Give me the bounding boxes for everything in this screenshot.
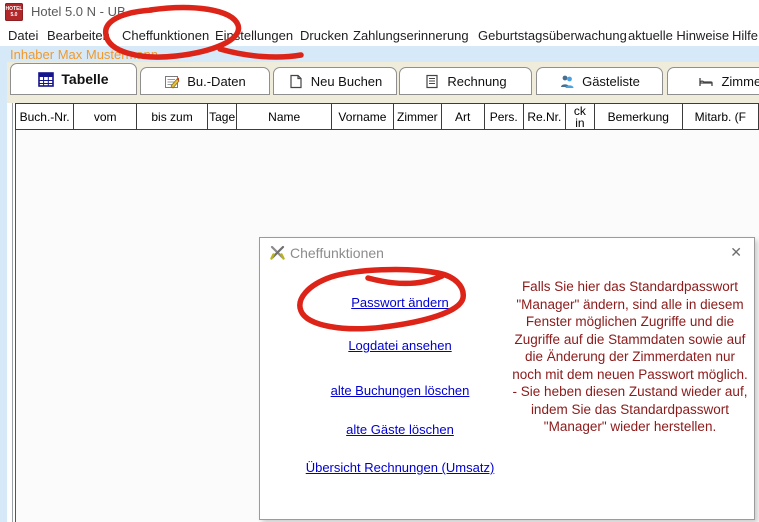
menu-item-drucken[interactable]: Drucken (300, 28, 348, 43)
tab-zimmer[interactable]: Zimmer (667, 67, 759, 95)
tab-tabelle[interactable]: Tabelle (10, 63, 137, 95)
column-header-vorname[interactable]: Vorname (332, 103, 394, 130)
tab-label: Gästeliste (582, 74, 640, 89)
edit-form-icon (164, 74, 180, 89)
bookings-table-header: Buch.-Nr. vom bis zum Tage Name Vorname … (15, 103, 759, 130)
menu-item-zahlungserinnerung[interactable]: Zahlungserinnerung (353, 28, 469, 43)
manager-password-info-text: Falls Sie hier das Standardpasswort "Man… (512, 278, 748, 436)
tab-label: Zimmer (721, 74, 759, 89)
cheffunktionen-dialog: Cheffunktionen ✕ Passwort ändern Logdate… (259, 237, 755, 520)
column-header-tage[interactable]: Tage (208, 103, 238, 130)
link-uebersicht-rechnungen[interactable]: Übersicht Rechnungen (Umsatz) (260, 460, 540, 475)
window-title: Hotel 5.0 N - UB (31, 4, 126, 19)
invoice-icon (424, 74, 440, 89)
menu-item-hilfe[interactable]: Hilfe (732, 28, 758, 43)
menu-item-cheffunktionen[interactable]: Cheffunktionen (122, 28, 209, 43)
column-header-mitarb[interactable]: Mitarb. (F (683, 103, 759, 130)
guests-icon (559, 74, 575, 89)
column-header-bis-zum[interactable]: bis zum (137, 103, 208, 130)
owner-bar: Inhaber Max Mustermann (0, 46, 759, 62)
left-splitter (12, 95, 13, 522)
close-icon[interactable]: ✕ (730, 244, 742, 261)
column-header-name[interactable]: Name (237, 103, 331, 130)
tab-label: Bu.-Daten (187, 74, 246, 89)
link-alte-buchungen-loeschen[interactable]: alte Buchungen löschen (260, 383, 540, 398)
column-header-check-in[interactable]: ck in (566, 103, 595, 130)
dialog-title: Cheffunktionen (290, 245, 384, 261)
crossed-swords-icon (269, 244, 286, 261)
menu-item-datei[interactable]: Datei (8, 28, 38, 43)
column-header-re-nr[interactable]: Re.Nr. (524, 103, 566, 130)
column-header-zimmer[interactable]: Zimmer (394, 103, 442, 130)
column-header-art[interactable]: Art (442, 103, 485, 130)
title-bar: HOTEL 5.0 Hotel 5.0 N - UB (0, 0, 759, 24)
bed-icon (698, 74, 714, 89)
dialog-title-bar: Cheffunktionen ✕ (260, 238, 754, 268)
column-header-pers[interactable]: Pers. (485, 103, 524, 130)
menu-item-geburtstagsueberwachung[interactable]: Geburtstagsüberwachung (478, 28, 627, 43)
table-icon (38, 72, 54, 87)
owner-name: Inhaber Max Mustermann (10, 47, 158, 62)
tab-strip: Tabelle Bu.-Daten Neu Buchen Rechnung (7, 62, 759, 103)
link-passwort-aendern[interactable]: Passwort ändern (260, 295, 540, 310)
menu-item-einstellungen[interactable]: Einstellungen (215, 28, 293, 43)
tab-label: Neu Buchen (311, 74, 383, 89)
menu-item-bearbeiten[interactable]: Bearbeiten (47, 28, 110, 43)
app-logo-icon: HOTEL 5.0 (5, 3, 23, 21)
app-window: HOTEL 5.0 Hotel 5.0 N - UB Datei Bearbei… (0, 0, 759, 522)
new-page-icon (288, 74, 304, 89)
menu-bar: Datei Bearbeiten Cheffunktionen Einstell… (0, 24, 759, 46)
app-logo-version: 5.0 (11, 12, 18, 18)
column-header-bemerkung[interactable]: Bemerkung (595, 103, 683, 130)
tab-bu-daten[interactable]: Bu.-Daten (140, 67, 270, 95)
tab-neu-buchen[interactable]: Neu Buchen (273, 67, 397, 95)
tab-rechnung[interactable]: Rechnung (399, 67, 532, 95)
menu-item-aktuelle-hinweise[interactable]: aktuelle Hinweise (628, 28, 729, 43)
link-logdatei-ansehen[interactable]: Logdatei ansehen (260, 338, 540, 353)
column-header-buch-nr[interactable]: Buch.-Nr. (15, 103, 74, 130)
link-alte-gaeste-loeschen[interactable]: alte Gäste löschen (260, 422, 540, 437)
tab-label: Tabelle (61, 71, 108, 87)
column-header-vom[interactable]: vom (74, 103, 137, 130)
tab-gaesteliste[interactable]: Gästeliste (536, 67, 663, 95)
left-margin-strip (0, 62, 7, 522)
tab-label: Rechnung (447, 74, 506, 89)
